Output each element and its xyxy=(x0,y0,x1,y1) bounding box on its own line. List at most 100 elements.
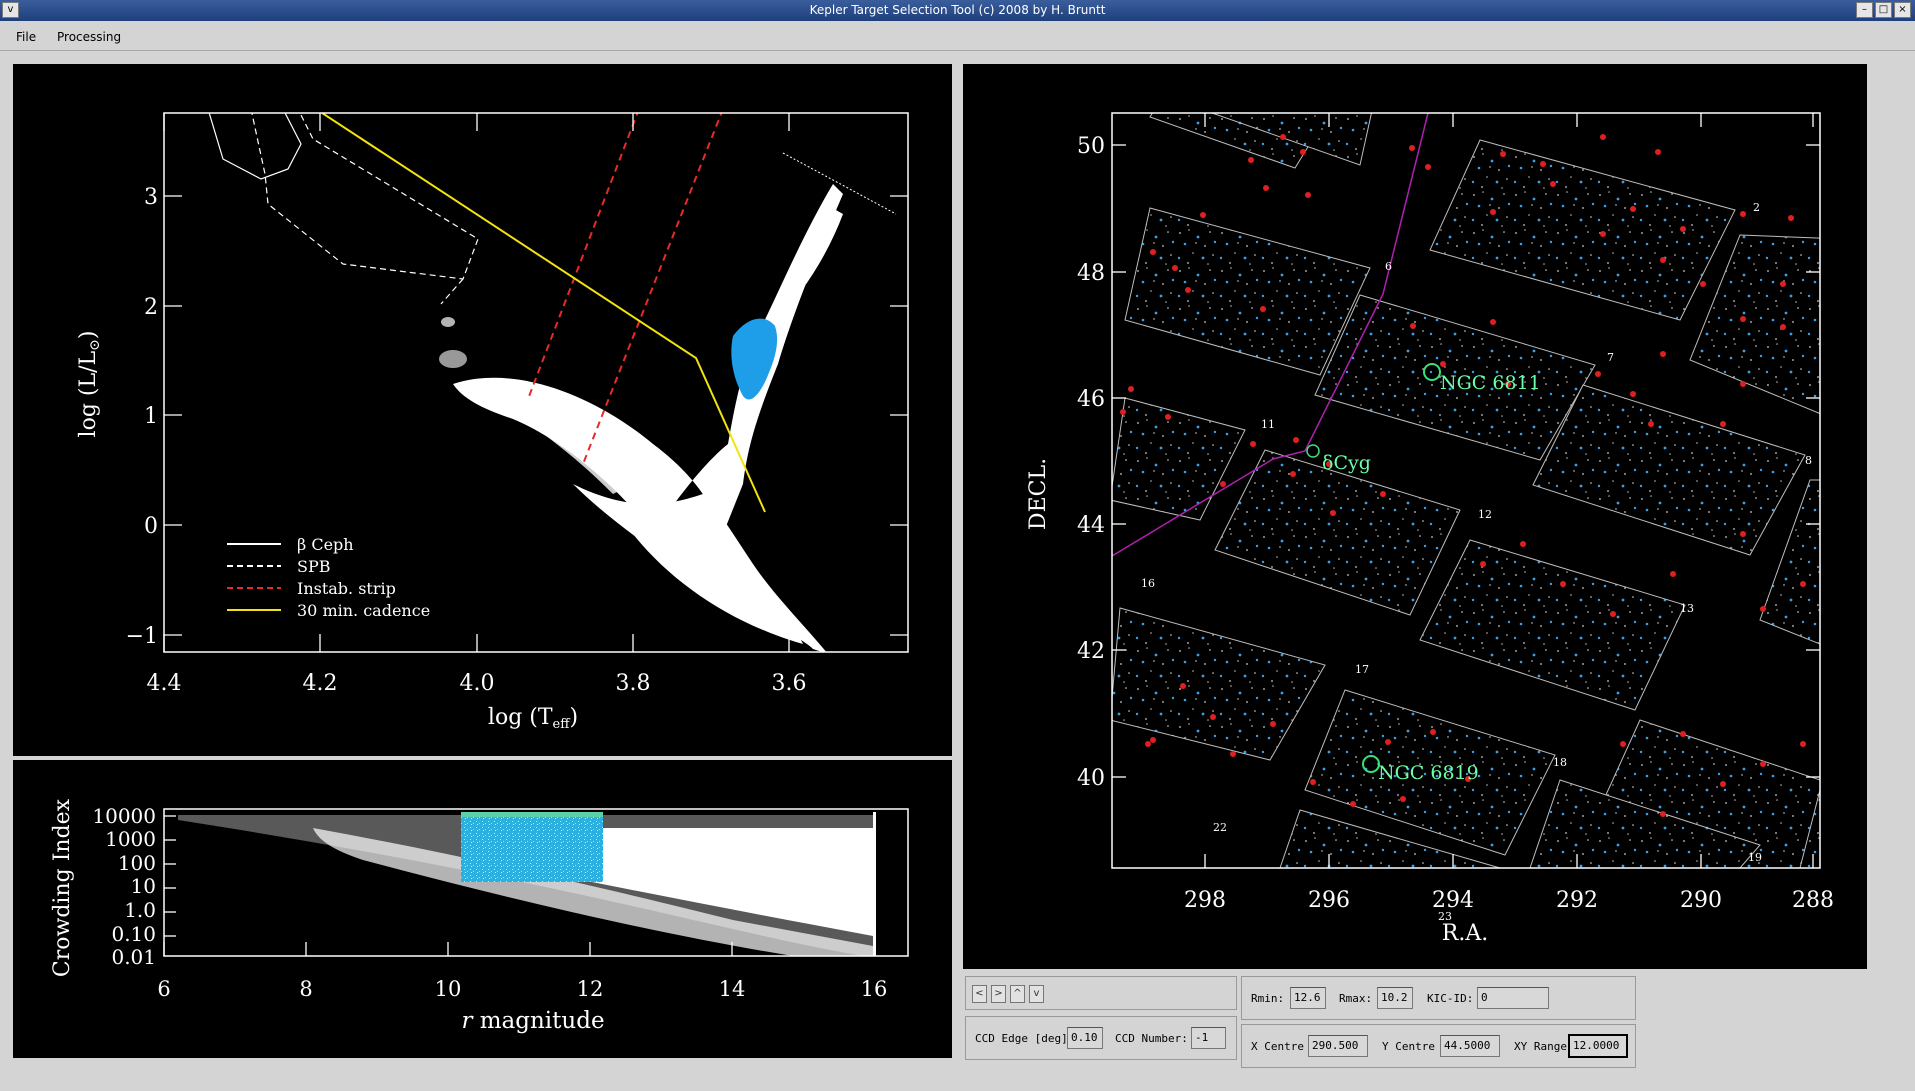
menu-file[interactable]: File xyxy=(16,30,36,44)
dcyg-marker xyxy=(1306,444,1320,458)
x-centre-label: X Centre xyxy=(1251,1040,1304,1053)
ccd-edge-label: CCD Edge [deg] xyxy=(975,1032,1068,1045)
ccd-edge-field[interactable]: 0.10 xyxy=(1067,1027,1103,1049)
y-centre-label: Y Centre xyxy=(1382,1040,1435,1053)
ccd-label: 19 xyxy=(1748,851,1762,864)
ccd-label: 8 xyxy=(1805,454,1812,467)
hr-ytick: 0 xyxy=(144,514,158,539)
rmin-field[interactable]: 12.6 xyxy=(1290,987,1326,1009)
crowd-xtick: 6 xyxy=(157,977,170,1001)
ccd-box: CCD Edge [deg] 0.10 CCD Number: -1 xyxy=(965,1016,1237,1060)
crowding-panel[interactable]: 6 8 10 12 14 16 10000 1000 100 10 1.0 0.… xyxy=(13,760,952,1058)
hr-ytick: 1 xyxy=(144,404,158,429)
sky-xtick: 296 xyxy=(1308,888,1350,913)
hr-xtick: 3.6 xyxy=(772,671,807,696)
sky-field: 2 6 7 8 11 12 13 14 16 17 18 19 22 NGC 6… xyxy=(1112,113,1857,868)
crowd-xtick: 8 xyxy=(299,977,312,1001)
sky-xtick: 288 xyxy=(1792,888,1834,913)
crowd-xtick: 16 xyxy=(861,977,888,1001)
window-title: Kepler Target Selection Tool (c) 2008 by… xyxy=(809,3,1106,17)
sky-ytick: 48 xyxy=(1077,261,1105,286)
hr-diagram-panel[interactable]: 4.4 4.2 4.0 3.8 3.6 3 2 1 0 −1 log (Teff… xyxy=(13,64,952,756)
menu-bar: File Processing xyxy=(0,22,1915,51)
crowd-ylabel: Crowding Index xyxy=(50,798,75,977)
crowd-ytick: 1000 xyxy=(105,827,156,851)
kic-id-label: KIC-ID: xyxy=(1427,992,1474,1005)
sky-xtick: 292 xyxy=(1556,888,1598,913)
view-centre-box: X Centre 290.500 Y Centre 44.5000 XY Ran… xyxy=(1241,1024,1636,1068)
ccd-label: 12 xyxy=(1478,508,1492,521)
ccd-label: 7 xyxy=(1607,351,1614,364)
hr-ytick: 3 xyxy=(144,185,158,210)
crowd-xlabel: r magnitude xyxy=(461,1008,604,1034)
sky-xlabel: R.A. xyxy=(1442,921,1488,946)
rmax-field[interactable]: 10.2 xyxy=(1377,987,1413,1009)
sky-map: 2 6 7 8 11 12 13 14 16 17 18 19 22 NGC 6… xyxy=(1026,112,1857,946)
sky-ylabel: DECL. xyxy=(1026,458,1051,530)
rmax-label: Rmax: xyxy=(1339,992,1373,1005)
crowd-ytick: 1.0 xyxy=(124,898,156,922)
sky-ytick: 46 xyxy=(1077,387,1105,412)
hr-ytick: −1 xyxy=(126,624,158,649)
nav-down-button[interactable]: v xyxy=(1029,985,1044,1003)
ccd-number-label: CCD Number: xyxy=(1115,1032,1188,1045)
ccd-label: 6 xyxy=(1385,260,1392,273)
crowd-ytick: 100 xyxy=(118,851,156,875)
window-titlebar: v Kepler Target Selection Tool (c) 2008 … xyxy=(0,0,1915,21)
ccd-label: 14 xyxy=(1843,706,1857,719)
maximize-button[interactable]: □ xyxy=(1875,2,1892,18)
xy-range-label: XY Range xyxy=(1514,1040,1567,1053)
kic-id-field[interactable]: 0 xyxy=(1477,987,1549,1009)
nav-left-button[interactable]: < xyxy=(972,985,987,1003)
sky-ytick: 42 xyxy=(1077,639,1105,664)
crowd-xtick: 10 xyxy=(435,977,462,1001)
hr-xlabel: log (Teff) xyxy=(488,705,578,732)
ccd-label: 22 xyxy=(1213,821,1227,834)
crowding-data xyxy=(178,812,876,956)
crowd-xtick: 14 xyxy=(719,977,746,1001)
ccd-label: 17 xyxy=(1355,663,1369,676)
ngc6819-label: NGC 6819 xyxy=(1378,762,1479,784)
crowd-xtick: 12 xyxy=(577,977,604,1001)
ccd-label: 16 xyxy=(1141,577,1155,590)
sky-xtick: 298 xyxy=(1184,888,1226,913)
navigation-box: < > ^ v xyxy=(965,976,1237,1010)
hr-ylabel: log (L/L⊙) xyxy=(76,331,103,438)
legend-label: Instab. strip xyxy=(297,579,396,598)
rmin-label: Rmin: xyxy=(1251,992,1285,1005)
dcyg-label: δCyg xyxy=(1322,452,1371,474)
magnitude-box: Rmin: 12.6 Rmax: 10.2 KIC-ID: 0 xyxy=(1241,976,1636,1020)
ngc6811-label: NGC 6811 xyxy=(1440,372,1541,394)
nav-right-button[interactable]: > xyxy=(991,985,1006,1003)
crowd-ytick: 10000 xyxy=(92,804,156,828)
close-button[interactable]: × xyxy=(1894,2,1911,18)
hr-ticks xyxy=(163,113,908,652)
minimize-button[interactable]: – xyxy=(1856,2,1873,18)
sky-map-panel[interactable]: 2 6 7 8 11 12 13 14 16 17 18 19 22 NGC 6… xyxy=(963,64,1867,969)
hr-xtick: 3.8 xyxy=(616,671,651,696)
nav-up-button[interactable]: ^ xyxy=(1010,985,1025,1003)
hr-xtick: 4.0 xyxy=(460,671,495,696)
menu-processing[interactable]: Processing xyxy=(57,30,121,44)
sky-ytick: 50 xyxy=(1077,134,1105,159)
ccd-label: 11 xyxy=(1261,418,1275,431)
crowd-ytick: 0.10 xyxy=(111,922,156,946)
xy-range-field[interactable]: 12.0000 xyxy=(1568,1034,1628,1058)
hr-xtick: 4.2 xyxy=(303,671,338,696)
hr-legend: β Ceph SPB Instab. strip 30 min. cadence xyxy=(227,535,430,620)
legend-label: β Ceph xyxy=(297,535,354,554)
sky-ytick: 40 xyxy=(1077,766,1105,791)
hr-ytick: 2 xyxy=(144,295,158,320)
legend-label: SPB xyxy=(297,557,330,576)
ccd-label: 18 xyxy=(1553,756,1567,769)
sky-ytick: 44 xyxy=(1077,513,1105,538)
legend-label: 30 min. cadence xyxy=(297,601,430,620)
x-centre-field[interactable]: 290.500 xyxy=(1308,1035,1368,1057)
ccd-label: 2 xyxy=(1753,201,1760,214)
crowding-plot: 6 8 10 12 14 16 10000 1000 100 10 1.0 0.… xyxy=(50,798,909,1034)
ccd-number-field[interactable]: -1 xyxy=(1191,1027,1226,1049)
crowd-ytick: 0.01 xyxy=(111,945,156,969)
ccd-label: 13 xyxy=(1680,602,1694,615)
crowd-ytick: 10 xyxy=(131,874,156,898)
y-centre-field[interactable]: 44.5000 xyxy=(1440,1035,1500,1057)
